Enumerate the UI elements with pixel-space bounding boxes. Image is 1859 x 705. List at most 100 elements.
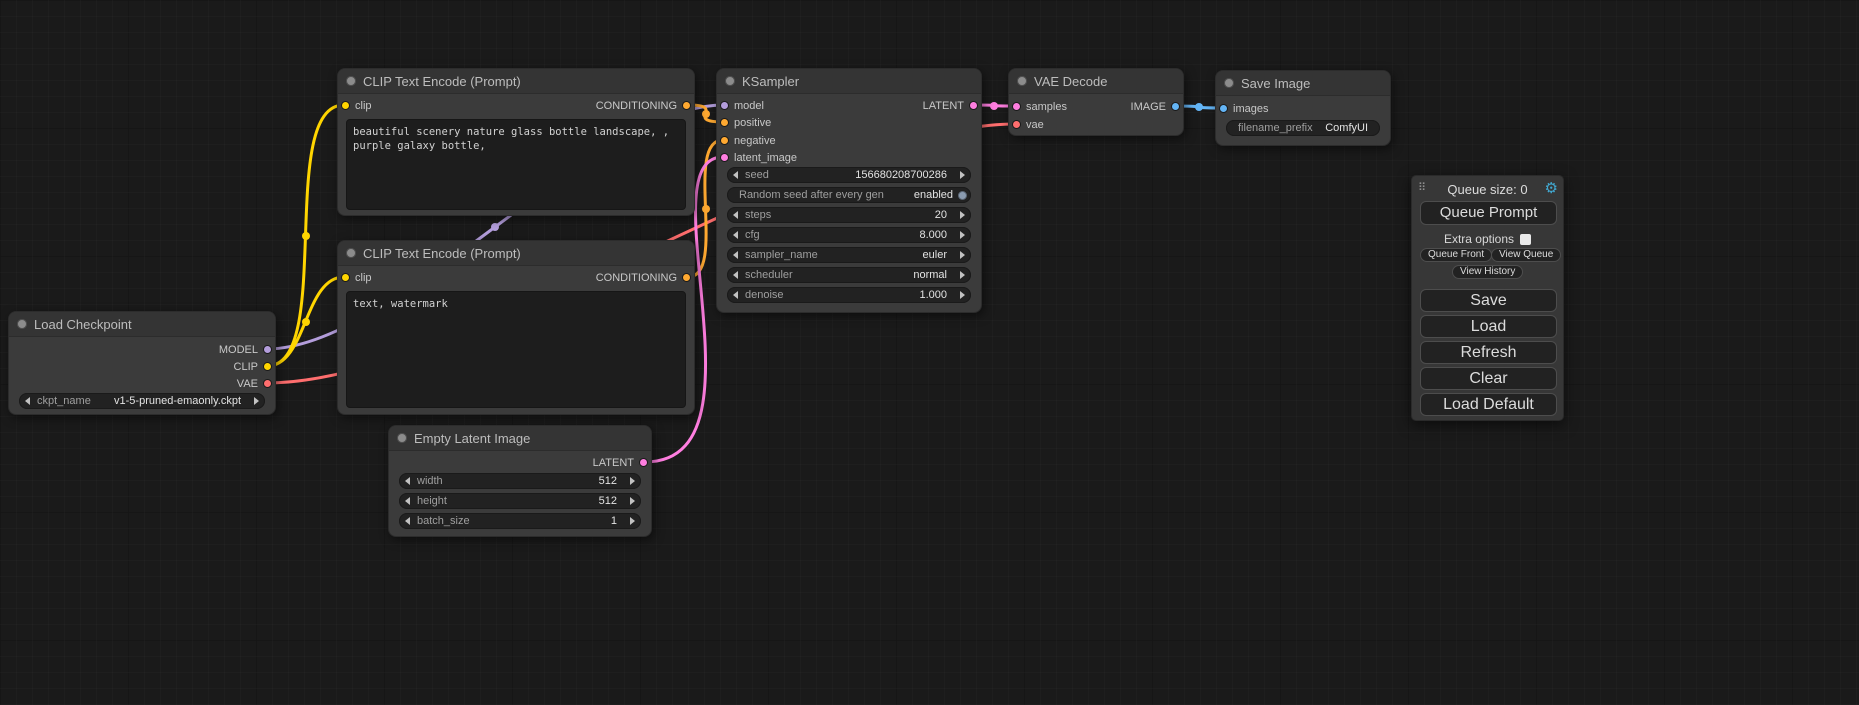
output-slot-conditioning[interactable]: CONDITIONING xyxy=(596,99,694,113)
collapse-dot-icon[interactable] xyxy=(346,248,356,258)
settings-gear-icon[interactable]: ⚙ xyxy=(1545,180,1558,198)
output-slot-latent[interactable]: LATENT xyxy=(923,99,981,113)
increment-arrow-icon[interactable] xyxy=(960,231,965,239)
input-dot-vae[interactable] xyxy=(1012,120,1021,129)
input-dot-negative[interactable] xyxy=(720,136,729,145)
output-dot-vae[interactable] xyxy=(263,379,272,388)
increment-arrow-icon[interactable] xyxy=(630,517,635,525)
prompt-textarea[interactable]: text, watermark xyxy=(346,291,686,408)
node-ksampler[interactable]: KSampler model positive negative latent_… xyxy=(716,68,982,313)
extra-options-checkbox[interactable] xyxy=(1520,234,1531,245)
widget-scheduler[interactable]: scheduler normal xyxy=(727,267,971,283)
increment-arrow-icon[interactable] xyxy=(960,251,965,259)
input-dot-images[interactable] xyxy=(1219,104,1228,113)
load-default-button[interactable]: Load Default xyxy=(1420,393,1557,416)
save-button[interactable]: Save xyxy=(1420,289,1557,312)
widget-cfg[interactable]: cfg 8.000 xyxy=(727,227,971,243)
clear-button[interactable]: Clear xyxy=(1420,367,1557,390)
input-slot-clip[interactable]: clip xyxy=(338,271,372,285)
view-history-button[interactable]: View History xyxy=(1452,265,1523,279)
output-dot-image[interactable] xyxy=(1171,102,1180,111)
output-slot-image[interactable]: IMAGE xyxy=(1131,100,1183,114)
input-slot-latent-image[interactable]: latent_image xyxy=(717,151,797,165)
widget-steps[interactable]: steps 20 xyxy=(727,207,971,223)
output-dot-latent[interactable] xyxy=(639,458,648,467)
collapse-dot-icon[interactable] xyxy=(1224,78,1234,88)
load-button[interactable]: Load xyxy=(1420,315,1557,338)
output-slot-clip[interactable]: CLIP xyxy=(234,360,275,374)
input-slot-clip[interactable]: clip xyxy=(338,99,372,113)
output-dot-conditioning[interactable] xyxy=(682,273,691,282)
increment-arrow-icon[interactable] xyxy=(630,477,635,485)
output-slot-conditioning[interactable]: CONDITIONING xyxy=(596,271,694,285)
queue-prompt-button[interactable]: Queue Prompt xyxy=(1420,201,1557,225)
node-title-bar[interactable]: Load Checkpoint xyxy=(9,312,275,337)
increment-arrow-icon[interactable] xyxy=(630,497,635,505)
output-slot-latent[interactable]: LATENT xyxy=(593,456,651,470)
widget-random-seed-toggle[interactable]: Random seed after every gen enabled xyxy=(727,187,971,203)
decrement-arrow-icon[interactable] xyxy=(733,211,738,219)
decrement-arrow-icon[interactable] xyxy=(733,291,738,299)
input-slot-images[interactable]: images xyxy=(1216,102,1268,116)
input-dot-clip[interactable] xyxy=(341,101,350,110)
queue-front-button[interactable]: Queue Front xyxy=(1420,248,1492,262)
widget-denoise[interactable]: denoise 1.000 xyxy=(727,287,971,303)
decrement-arrow-icon[interactable] xyxy=(25,397,30,405)
comfyui-canvas[interactable]: { "colors": { "model": "#B39DDB", "clip"… xyxy=(0,0,1859,705)
collapse-dot-icon[interactable] xyxy=(397,433,407,443)
collapse-dot-icon[interactable] xyxy=(346,76,356,86)
input-slot-positive[interactable]: positive xyxy=(717,116,771,130)
widget-width[interactable]: width 512 xyxy=(399,473,641,489)
node-title-bar[interactable]: VAE Decode xyxy=(1009,69,1183,94)
input-slot-model[interactable]: model xyxy=(717,99,764,113)
node-load-checkpoint[interactable]: Load Checkpoint MODEL CLIP VAE ckpt_name… xyxy=(8,311,276,415)
collapse-dot-icon[interactable] xyxy=(725,76,735,86)
refresh-button[interactable]: Refresh xyxy=(1420,341,1557,364)
widget-filename-prefix[interactable]: filename_prefix ComfyUI xyxy=(1226,120,1380,136)
node-save-image[interactable]: Save Image images filename_prefix ComfyU… xyxy=(1215,70,1391,146)
node-clip-text-encode-negative[interactable]: CLIP Text Encode (Prompt) clip CONDITION… xyxy=(337,240,695,415)
decrement-arrow-icon[interactable] xyxy=(733,231,738,239)
collapse-dot-icon[interactable] xyxy=(17,319,27,329)
input-slot-negative[interactable]: negative xyxy=(717,134,776,148)
input-dot-clip[interactable] xyxy=(341,273,350,282)
input-dot-samples[interactable] xyxy=(1012,102,1021,111)
node-empty-latent-image[interactable]: Empty Latent Image LATENT width 512 heig… xyxy=(388,425,652,537)
increment-arrow-icon[interactable] xyxy=(960,271,965,279)
node-title-bar[interactable]: Save Image xyxy=(1216,71,1390,96)
collapse-dot-icon[interactable] xyxy=(1017,76,1027,86)
output-dot-latent[interactable] xyxy=(969,101,978,110)
decrement-arrow-icon[interactable] xyxy=(405,517,410,525)
increment-arrow-icon[interactable] xyxy=(960,211,965,219)
increment-arrow-icon[interactable] xyxy=(960,291,965,299)
output-dot-conditioning[interactable] xyxy=(682,101,691,110)
node-title-bar[interactable]: CLIP Text Encode (Prompt) xyxy=(338,69,694,94)
decrement-arrow-icon[interactable] xyxy=(405,497,410,505)
input-slot-samples[interactable]: samples xyxy=(1009,100,1067,114)
widget-batch-size[interactable]: batch_size 1 xyxy=(399,513,641,529)
decrement-arrow-icon[interactable] xyxy=(733,271,738,279)
widget-ckpt-name[interactable]: ckpt_name v1-5-pruned-emaonly.ckpt xyxy=(19,393,265,409)
input-slot-vae[interactable]: vae xyxy=(1009,118,1044,132)
node-title-bar[interactable]: Empty Latent Image xyxy=(389,426,651,451)
output-dot-model[interactable] xyxy=(263,345,272,354)
increment-arrow-icon[interactable] xyxy=(960,171,965,179)
decrement-arrow-icon[interactable] xyxy=(733,251,738,259)
input-dot-model[interactable] xyxy=(720,101,729,110)
increment-arrow-icon[interactable] xyxy=(254,397,259,405)
node-title-bar[interactable]: KSampler xyxy=(717,69,981,94)
node-vae-decode[interactable]: VAE Decode samples vae IMAGE xyxy=(1008,68,1184,136)
node-clip-text-encode-positive[interactable]: CLIP Text Encode (Prompt) clip CONDITION… xyxy=(337,68,695,216)
output-slot-vae[interactable]: VAE xyxy=(237,377,275,391)
toggle-dot-icon[interactable] xyxy=(958,191,967,200)
input-dot-latent-image[interactable] xyxy=(720,153,729,162)
output-dot-clip[interactable] xyxy=(263,362,272,371)
node-title-bar[interactable]: CLIP Text Encode (Prompt) xyxy=(338,241,694,266)
decrement-arrow-icon[interactable] xyxy=(733,171,738,179)
output-slot-model[interactable]: MODEL xyxy=(219,343,275,357)
view-queue-button[interactable]: View Queue xyxy=(1491,248,1561,262)
input-dot-positive[interactable] xyxy=(720,118,729,127)
widget-sampler-name[interactable]: sampler_name euler xyxy=(727,247,971,263)
widget-seed[interactable]: seed 156680208700286 xyxy=(727,167,971,183)
prompt-textarea[interactable]: beautiful scenery nature glass bottle la… xyxy=(346,119,686,210)
